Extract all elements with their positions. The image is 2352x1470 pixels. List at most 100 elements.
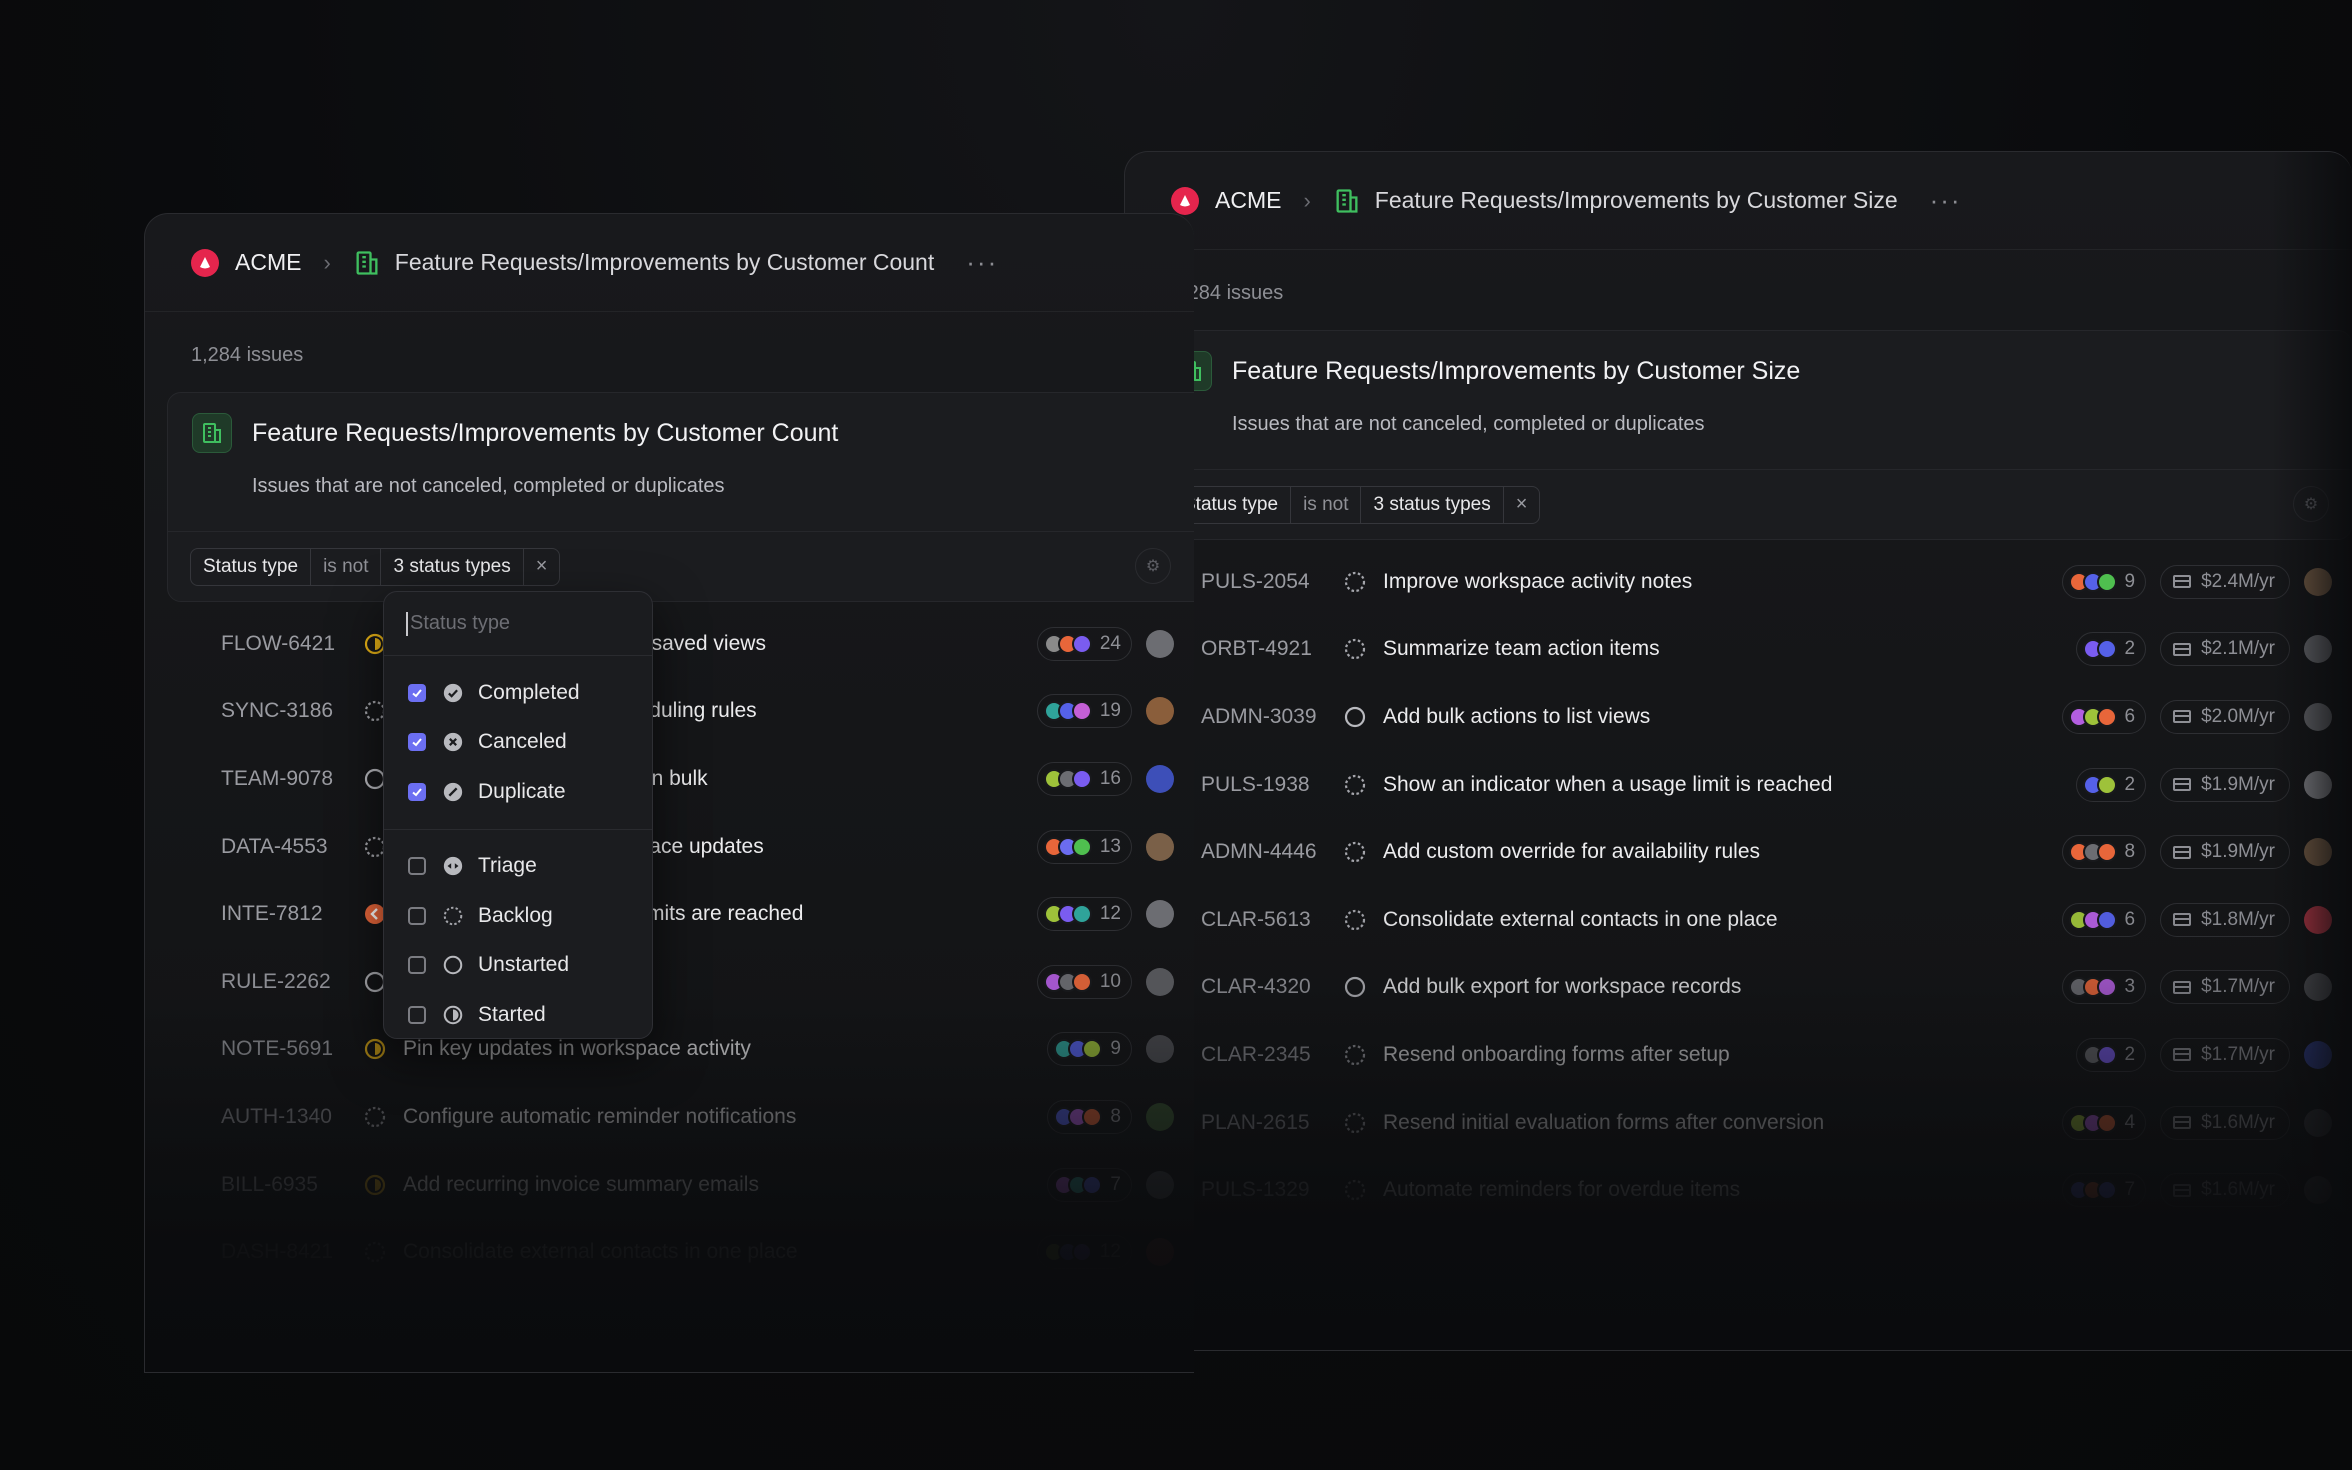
issue-row[interactable]: ORBT-4921 Summarize team action items 2 … bbox=[1125, 616, 2352, 684]
assignee-avatar[interactable] bbox=[1146, 629, 1174, 658]
issue-row[interactable]: PLAN-2615 Resend initial evaluation form… bbox=[1125, 1089, 2352, 1157]
checkbox[interactable] bbox=[408, 782, 426, 801]
status-option-triage[interactable]: Triage bbox=[384, 842, 652, 892]
status-option-canceled[interactable]: Canceled bbox=[384, 718, 652, 768]
issue-row[interactable]: FLOW-6421 Create custom views from saved… bbox=[145, 610, 1194, 678]
customer-count-badge[interactable]: 4 bbox=[2061, 1105, 2147, 1140]
filter-value[interactable]: 3 status types bbox=[1361, 486, 1504, 523]
display-settings-icon[interactable]: ⚙ bbox=[1135, 548, 1171, 584]
customer-count-badge[interactable]: 6 bbox=[2061, 902, 2147, 937]
issue-row[interactable]: DASH-8421 Consolidate external contacts … bbox=[145, 1218, 1194, 1286]
status-option-completed[interactable]: Completed bbox=[384, 668, 652, 718]
revenue-badge[interactable]: $1.6M/yr bbox=[2160, 1105, 2290, 1140]
revenue-badge[interactable]: $1.9M/yr bbox=[2160, 767, 2290, 802]
backlog-status-icon[interactable] bbox=[1343, 1178, 1367, 1202]
customer-count-badge[interactable]: 6 bbox=[2061, 699, 2147, 734]
assignee-avatar[interactable] bbox=[2304, 1108, 2332, 1137]
assignee-avatar[interactable] bbox=[2304, 567, 2332, 596]
assignee-avatar[interactable] bbox=[2304, 973, 2332, 1002]
status-option-unstarted[interactable]: Unstarted bbox=[384, 941, 652, 991]
checkbox[interactable] bbox=[408, 683, 426, 702]
checkbox[interactable] bbox=[408, 733, 426, 752]
revenue-badge[interactable]: $1.7M/yr bbox=[2160, 970, 2290, 1005]
clear-filter-icon[interactable]: × bbox=[524, 549, 560, 585]
assignee-avatar[interactable] bbox=[2304, 1176, 2332, 1205]
breadcrumb-org[interactable]: ACME bbox=[1215, 187, 1281, 214]
issue-row[interactable]: AUTH-1340 Configure automatic reminder n… bbox=[145, 1083, 1194, 1151]
assignee-avatar[interactable] bbox=[1146, 1238, 1174, 1267]
filter-operator[interactable]: is not bbox=[1291, 486, 1362, 523]
filter-chip[interactable]: Status type is not 3 status types × bbox=[190, 547, 561, 586]
issue-row[interactable]: INTE-7812 Show alerts when usage limits … bbox=[145, 880, 1194, 948]
customer-count-badge[interactable]: 3 bbox=[2061, 970, 2147, 1005]
revenue-badge[interactable]: $1.8M/yr bbox=[2160, 902, 2290, 937]
assignee-avatar[interactable] bbox=[1146, 1170, 1174, 1199]
more-options-icon[interactable]: ··· bbox=[1930, 185, 1962, 216]
backlog-status-icon[interactable] bbox=[1343, 570, 1367, 594]
revenue-badge[interactable]: $2.4M/yr bbox=[2160, 564, 2290, 599]
customer-count-badge[interactable]: 24 bbox=[1036, 626, 1132, 661]
assignee-avatar[interactable] bbox=[2304, 635, 2332, 664]
assignee-avatar[interactable] bbox=[1146, 967, 1174, 996]
customer-count-badge[interactable]: 7 bbox=[1047, 1167, 1132, 1202]
status-type-search-input[interactable]: Status type bbox=[384, 592, 652, 656]
assignee-avatar[interactable] bbox=[2304, 838, 2332, 867]
issue-row[interactable]: SYNC-3186 Add custom fields for scheduli… bbox=[145, 678, 1194, 746]
customer-count-badge[interactable]: 9 bbox=[1047, 1032, 1132, 1067]
customer-count-badge[interactable]: 8 bbox=[1047, 1099, 1132, 1134]
backlog-status-icon[interactable] bbox=[1343, 840, 1367, 864]
issue-row[interactable]: CLAR-2345 Resend onboarding forms after … bbox=[1125, 1021, 2352, 1089]
assignee-avatar[interactable] bbox=[2304, 1040, 2332, 1069]
assignee-avatar[interactable] bbox=[1146, 1035, 1174, 1064]
issue-row[interactable]: CLAR-5613 Consolidate external contacts … bbox=[1125, 886, 2352, 954]
started-status-icon[interactable] bbox=[363, 1173, 387, 1197]
assignee-avatar[interactable] bbox=[1146, 764, 1174, 793]
backlog-status-icon[interactable] bbox=[1343, 908, 1367, 932]
assignee-avatar[interactable] bbox=[1146, 900, 1174, 929]
checkbox[interactable] bbox=[408, 956, 426, 975]
backlog-status-icon[interactable] bbox=[1343, 1111, 1367, 1135]
issue-row[interactable]: CLAR-4320 Add bulk export for workspace … bbox=[1125, 954, 2352, 1022]
assignee-avatar[interactable] bbox=[1146, 697, 1174, 726]
issue-row[interactable]: PULS-1938 Show an indicator when a usage… bbox=[1125, 751, 2352, 819]
backlog-status-icon[interactable] bbox=[1343, 1043, 1367, 1067]
revenue-badge[interactable]: $1.6M/yr bbox=[2160, 1173, 2290, 1208]
customer-count-badge[interactable]: 10 bbox=[1036, 964, 1132, 999]
customer-count-badge[interactable]: 8 bbox=[2061, 835, 2147, 870]
assignee-avatar[interactable] bbox=[1146, 1102, 1174, 1131]
assignee-avatar[interactable] bbox=[2304, 905, 2332, 934]
backlog-status-icon[interactable] bbox=[1343, 773, 1367, 797]
unstarted-status-icon[interactable] bbox=[1343, 705, 1367, 729]
backlog-status-icon[interactable] bbox=[363, 1240, 387, 1264]
filter-operator[interactable]: is not bbox=[311, 548, 382, 585]
issue-row[interactable]: ADMN-4446 Add custom override for availa… bbox=[1125, 818, 2352, 886]
status-option-duplicate[interactable]: Duplicate bbox=[384, 767, 652, 817]
revenue-badge[interactable]: $2.0M/yr bbox=[2160, 699, 2290, 734]
more-options-icon[interactable]: ··· bbox=[966, 247, 998, 278]
filter-chip[interactable]: Status type is not 3 status types × bbox=[1170, 485, 1541, 524]
customer-count-badge[interactable]: 19 bbox=[1036, 694, 1132, 729]
breadcrumb-view[interactable]: Feature Requests/Improvements by Custome… bbox=[395, 249, 934, 276]
checkbox[interactable] bbox=[408, 857, 426, 876]
issue-row[interactable]: PULS-1329 Automate reminders for overdue… bbox=[1125, 1156, 2352, 1224]
customer-count-badge[interactable]: 2 bbox=[2075, 632, 2147, 667]
customer-count-badge[interactable]: 2 bbox=[2075, 1037, 2147, 1072]
checkbox[interactable] bbox=[408, 906, 426, 925]
acme-logo-icon[interactable] bbox=[191, 248, 219, 277]
issue-row[interactable]: DATA-4553 Add notification for workspace… bbox=[145, 813, 1194, 881]
customer-count-badge[interactable]: 13 bbox=[1036, 829, 1132, 864]
issue-row[interactable]: NOTE-5691 Pin key updates in workspace a… bbox=[145, 1016, 1194, 1084]
assignee-avatar[interactable] bbox=[1146, 832, 1174, 861]
revenue-badge[interactable]: $1.9M/yr bbox=[2160, 835, 2290, 870]
issue-row[interactable]: ADMN-3039 Add bulk actions to list views… bbox=[1125, 683, 2352, 751]
customer-count-badge[interactable]: 12 bbox=[1036, 897, 1132, 932]
revenue-badge[interactable]: $2.1M/yr bbox=[2160, 632, 2290, 667]
acme-logo-icon[interactable] bbox=[1171, 186, 1199, 215]
issue-row[interactable]: RULE-2262 Export filtered results 10 bbox=[145, 948, 1194, 1016]
customer-count-badge[interactable]: 16 bbox=[1036, 761, 1132, 796]
breadcrumb-view[interactable]: Feature Requests/Improvements by Custome… bbox=[1375, 187, 1898, 214]
clear-filter-icon[interactable]: × bbox=[1504, 487, 1540, 523]
filter-value[interactable]: 3 status types bbox=[381, 548, 524, 585]
filter-field[interactable]: Status type bbox=[191, 548, 312, 585]
customer-count-badge[interactable]: 9 bbox=[2061, 564, 2147, 599]
